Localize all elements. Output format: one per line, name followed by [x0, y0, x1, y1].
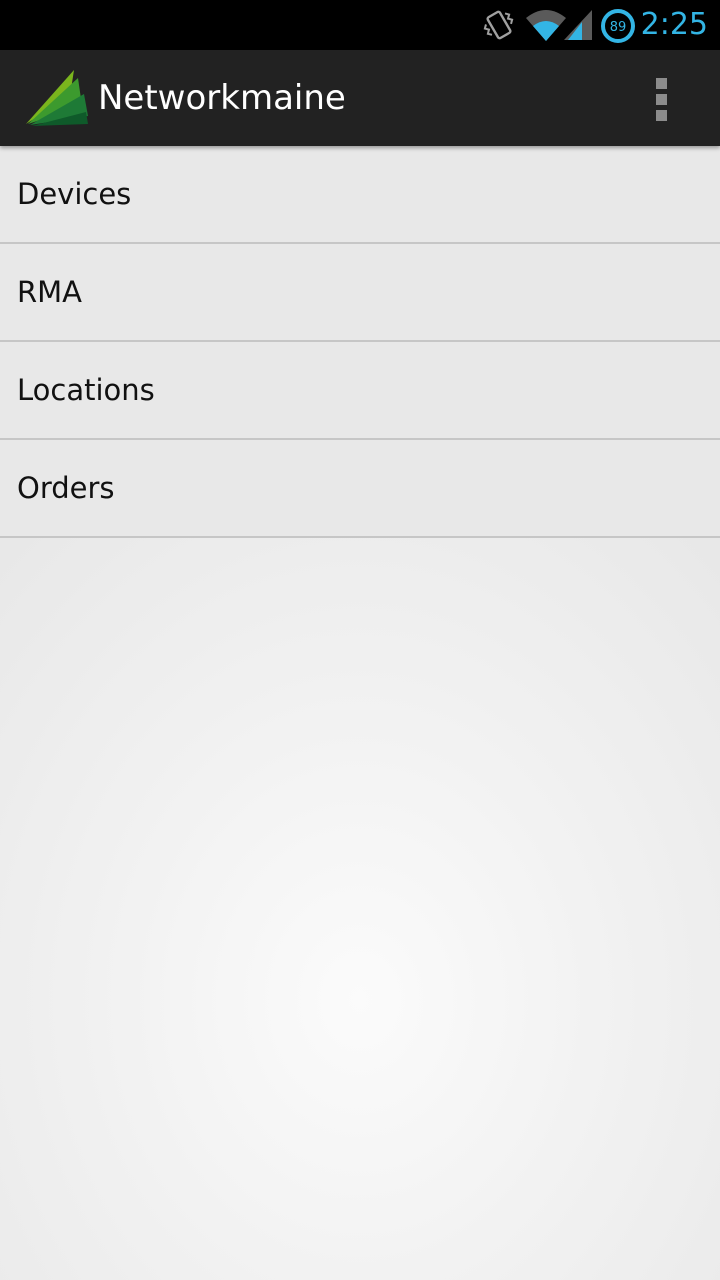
overflow-menu-icon	[656, 78, 667, 89]
menu-list: Devices RMA Locations Orders	[0, 146, 720, 538]
clock: 2:25	[640, 7, 708, 42]
menu-item-locations[interactable]: Locations	[0, 342, 720, 440]
menu-item-orders[interactable]: Orders	[0, 440, 720, 538]
cell-signal-icon	[564, 10, 592, 40]
battery-level-text: 89	[610, 20, 627, 35]
networkmaine-logo[interactable]	[24, 68, 92, 128]
app-title: Networkmaine	[98, 78, 346, 118]
action-bar: Networkmaine	[0, 50, 720, 146]
vibrate-icon	[483, 10, 514, 40]
menu-item-rma[interactable]: RMA	[0, 244, 720, 342]
status-bar: 89 2:25	[0, 0, 720, 50]
menu-item-devices[interactable]: Devices	[0, 146, 720, 244]
overflow-menu-button[interactable]	[644, 70, 680, 126]
overflow-menu-icon	[656, 94, 667, 105]
battery-icon: 89	[601, 9, 635, 43]
overflow-menu-icon	[656, 110, 667, 121]
